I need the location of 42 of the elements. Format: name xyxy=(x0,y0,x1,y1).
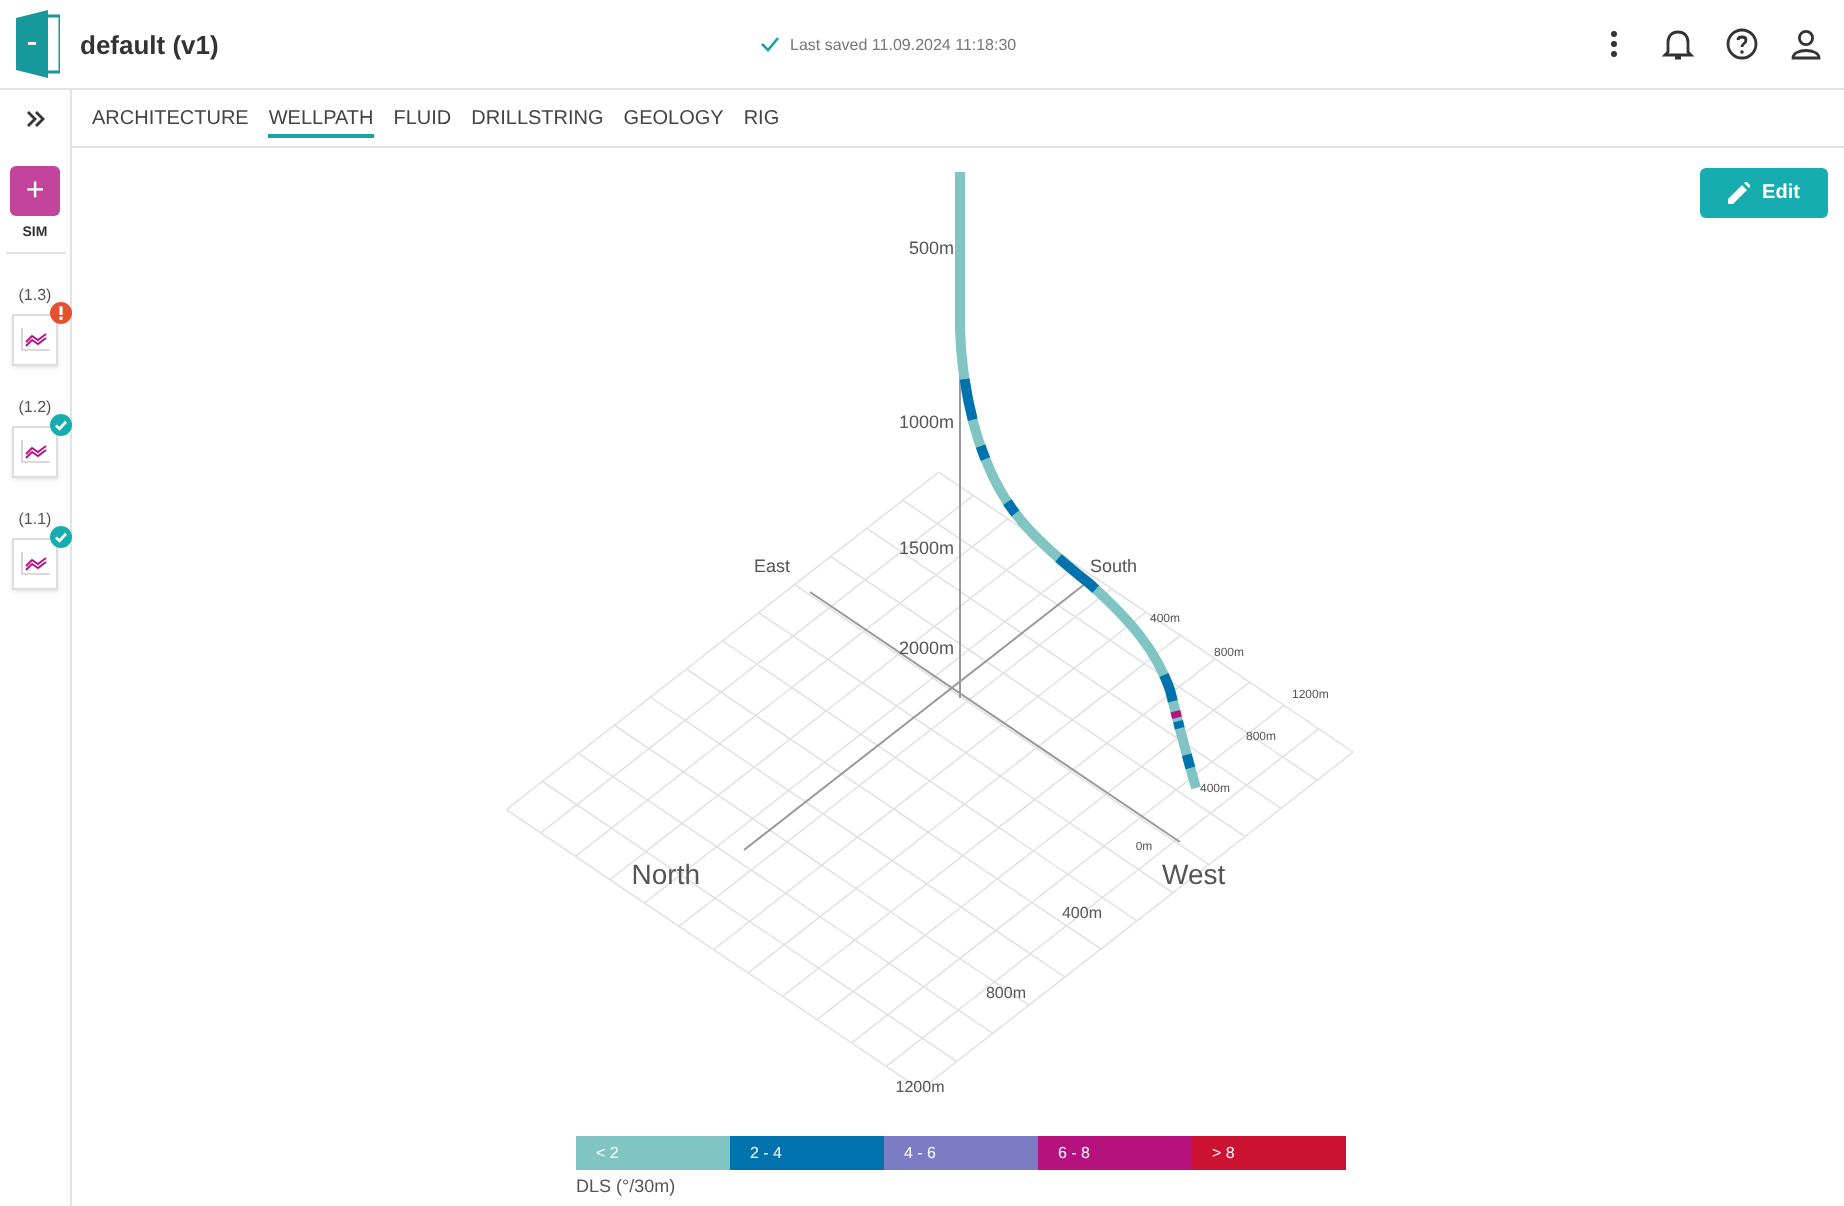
pencil-icon xyxy=(1728,182,1751,204)
simulation-label: (1.3) xyxy=(18,286,52,304)
help-icon[interactable] xyxy=(1724,26,1760,62)
legend-item: 4 - 6 xyxy=(884,1136,1038,1170)
chart-icon xyxy=(20,328,50,352)
axis-label: 1200m xyxy=(895,1078,945,1096)
simulation-label: (1.2) xyxy=(18,398,52,416)
expand-icon[interactable] xyxy=(25,109,45,127)
legend-item: 2 - 4 xyxy=(730,1136,884,1170)
depth-label: 2000m xyxy=(898,638,954,658)
tab[interactable]: DRILLSTRING xyxy=(471,99,604,137)
compass-label: North xyxy=(631,858,700,890)
bell-icon[interactable] xyxy=(1660,26,1696,62)
axis-label: 400m xyxy=(1062,904,1102,922)
legend-title: DLS (°/30m) xyxy=(576,1176,678,1196)
depth-label: 500m xyxy=(908,238,954,258)
legend-item: 6 - 8 xyxy=(1038,1136,1192,1170)
simulation-thumbnail[interactable] xyxy=(12,426,58,478)
depth-label: 1500m xyxy=(898,538,954,558)
axis-label: 800m xyxy=(986,984,1026,1002)
door-logo-icon xyxy=(16,10,60,78)
compass-label: East xyxy=(753,556,790,576)
simulation-label: (1.1) xyxy=(18,510,52,528)
compass-label: West xyxy=(1162,858,1226,890)
compass-label: South xyxy=(1090,556,1138,576)
legend-item: < 2 xyxy=(576,1136,730,1170)
tab[interactable]: FLUID xyxy=(393,99,452,137)
add-button[interactable]: + xyxy=(10,166,60,216)
simulation-thumbnail[interactable] xyxy=(12,538,58,590)
chart-icon xyxy=(20,440,50,464)
project-title: default (v1) xyxy=(80,29,221,59)
tab[interactable]: RIG xyxy=(743,99,780,137)
tab[interactable]: GEOLOGY xyxy=(623,99,724,137)
chart-icon xyxy=(20,552,50,576)
tab[interactable]: ARCHITECTURE xyxy=(92,99,249,137)
tab[interactable]: WELLPATH xyxy=(268,99,374,137)
save-status: Last saved 11.09.2024 11:18:30 xyxy=(790,35,1017,53)
legend-item: > 8 xyxy=(1192,1136,1346,1170)
check-icon xyxy=(760,36,780,52)
simulation-thumbnail[interactable] xyxy=(12,314,58,366)
user-icon[interactable] xyxy=(1788,26,1824,62)
depth-label: 1000m xyxy=(898,412,954,432)
